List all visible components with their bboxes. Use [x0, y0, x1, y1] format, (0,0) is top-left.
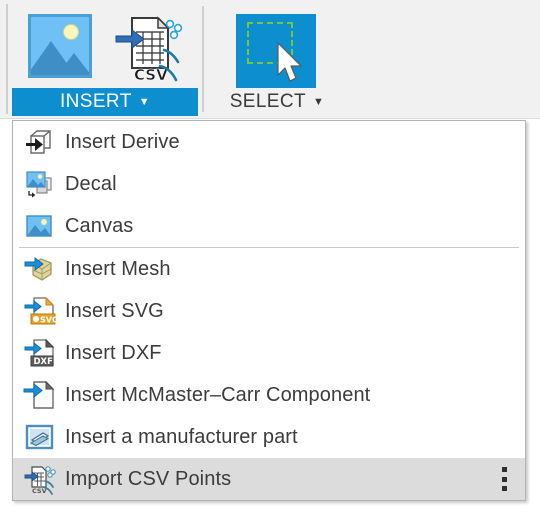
menu-item-import-csv-points[interactable]: CSV Import CSV Points: [13, 458, 525, 500]
kebab-dot: [501, 467, 507, 472]
manufacturer-part-icon: [23, 420, 57, 454]
image-icon[interactable]: [28, 14, 92, 78]
insert-mesh-icon: [23, 252, 57, 286]
menu-item-decal[interactable]: Decal: [13, 163, 525, 205]
insert-dropdown-button[interactable]: INSERT ▼: [12, 88, 198, 116]
insert-svg-icon: SVG: [23, 294, 59, 328]
svg-text:DXF: DXF: [34, 357, 54, 367]
menu-item-insert-mesh[interactable]: Insert Mesh: [13, 248, 525, 290]
import-csv-points-icon: CSV: [23, 462, 57, 496]
decal-icon: [23, 167, 57, 201]
more-options-kebab-icon[interactable]: [501, 467, 507, 491]
menu-item-label: Insert SVG: [65, 299, 164, 322]
kebab-dot: [501, 486, 507, 491]
canvas-icon: [23, 209, 57, 243]
select-marquee-icon[interactable]: [236, 14, 316, 88]
menu-item-label: Insert McMaster–Carr Component: [65, 383, 371, 406]
svg-text:SVG: SVG: [40, 316, 57, 325]
toolbar-left-rail: [6, 4, 8, 114]
svg-text:CSV: CSV: [134, 66, 168, 84]
menu-item-insert-dxf[interactable]: DXF Insert DXF: [13, 332, 525, 374]
menu-item-label: Decal: [65, 172, 117, 195]
toolbar-group-insert: CSV INSERT ▼: [12, 0, 198, 118]
mountain-shape: [57, 53, 89, 75]
toolbar-select-icons: [212, 6, 342, 88]
insert-dxf-icon: DXF: [23, 336, 57, 370]
insert-dropdown-menu: Insert Derive Decal Canvas Insert Mesh S…: [12, 120, 526, 501]
kebab-dot: [501, 476, 507, 482]
toolbar-group-select: SELECT ▼: [212, 0, 342, 118]
toolbar-insert-icons: CSV: [12, 6, 198, 88]
select-button-label: SELECT: [229, 91, 307, 112]
select-dropdown-button[interactable]: SELECT ▼: [212, 88, 342, 116]
menu-item-insert-mcmaster-carr-component[interactable]: Insert McMaster–Carr Component: [13, 374, 525, 416]
toolbar-group-separator: [202, 6, 204, 112]
ribbon-toolbar: CSV INSERT ▼ SELECT ▼: [0, 0, 540, 119]
csv-import-icon[interactable]: CSV: [112, 10, 188, 84]
menu-item-insert-svg[interactable]: SVG Insert SVG: [13, 290, 525, 332]
chevron-down-icon: ▼: [138, 95, 151, 108]
cursor-arrow-icon: [277, 42, 302, 82]
menu-item-insert-derive[interactable]: Insert Derive: [13, 121, 525, 163]
menu-item-canvas[interactable]: Canvas: [13, 205, 525, 247]
menu-item-label: Insert DXF: [65, 341, 162, 364]
menu-item-label: Insert Derive: [65, 130, 180, 153]
menu-item-label: Canvas: [65, 214, 134, 237]
menu-item-label: Insert a manufacturer part: [65, 425, 298, 448]
menu-item-insert-manufacturer-part[interactable]: Insert a manufacturer part: [13, 416, 525, 458]
chevron-down-icon: ▼: [313, 95, 325, 108]
insert-derive-icon: [23, 125, 57, 159]
menu-item-label: Insert Mesh: [65, 257, 171, 280]
insert-button-label: INSERT: [59, 91, 132, 112]
mcmaster-carr-icon: [23, 378, 57, 412]
menu-item-label: Import CSV Points: [65, 467, 232, 490]
sun-shape: [63, 24, 79, 40]
